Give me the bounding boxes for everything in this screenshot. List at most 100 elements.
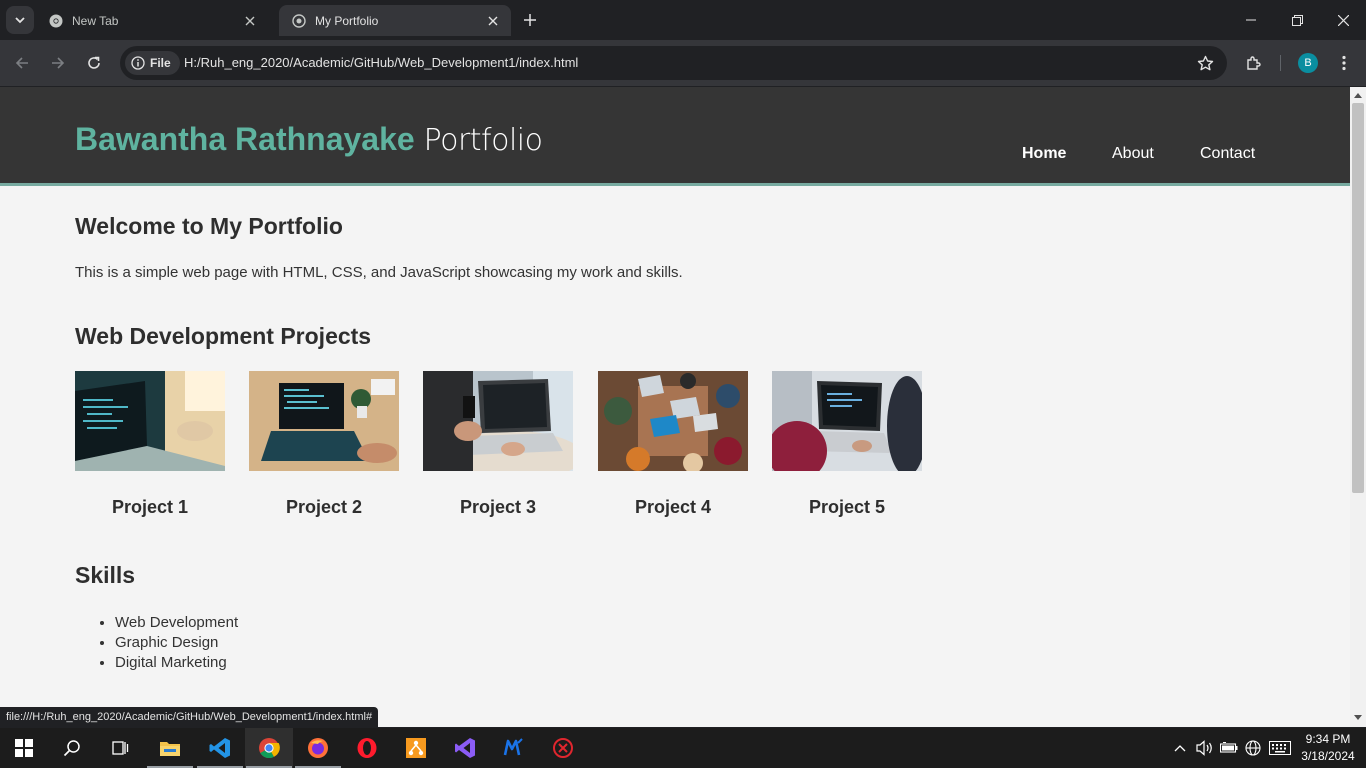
taskbar-opera[interactable]	[343, 728, 391, 768]
bookmark-star-icon[interactable]	[1195, 53, 1215, 73]
network-button[interactable]	[1242, 728, 1264, 768]
minimize-icon	[1246, 19, 1256, 21]
taskbar-visual-studio[interactable]	[441, 728, 489, 768]
browser-toolbar: File H:/Ruh_eng_2020/Academic/GitHub/Web…	[0, 40, 1366, 86]
taskbar-mongodb-compass[interactable]	[490, 728, 538, 768]
arrow-left-icon	[15, 57, 28, 69]
project-card[interactable]: Project 2	[249, 371, 399, 518]
project-title: Project 3	[459, 497, 537, 517]
windows-logo-icon	[15, 739, 33, 757]
taskbar-sublime-merge[interactable]	[392, 728, 440, 768]
volume-button[interactable]	[1194, 728, 1216, 768]
projects-gallery: Project 1 Project 2 Project 3 Project 4 …	[75, 371, 975, 521]
main-content: Welcome to My Portfolio This is a simple…	[75, 213, 1275, 671]
merge-icon	[406, 738, 426, 758]
taskbar-clock[interactable]: 9:34 PM 3/18/2024	[1296, 731, 1360, 765]
restore-button[interactable]	[1274, 0, 1320, 40]
shield-icon	[553, 738, 573, 758]
project-card[interactable]: Project 3	[423, 371, 573, 518]
minimize-button[interactable]	[1228, 0, 1274, 40]
link-status-bubble: file:///H:/Ruh_eng_2020/Academic/GitHub/…	[0, 707, 379, 727]
project-card[interactable]: Project 5	[772, 371, 922, 518]
project-thumbnail[interactable]	[598, 371, 748, 471]
visual-studio-icon	[455, 738, 475, 758]
close-icon	[1337, 14, 1349, 26]
tab-title: New Tab	[72, 13, 119, 28]
tab-my-portfolio[interactable]: My Portfolio	[279, 5, 511, 36]
kebab-menu-icon	[1342, 55, 1346, 71]
compass-app-icon	[503, 738, 523, 756]
info-icon	[131, 56, 145, 70]
opera-icon	[357, 738, 377, 758]
taskbar-file-explorer[interactable]	[146, 728, 194, 768]
restore-icon	[1291, 14, 1303, 26]
project-title: Project 4	[634, 497, 712, 517]
globe-icon	[291, 13, 307, 29]
project-thumbnail[interactable]	[772, 371, 922, 471]
taskbar-vscode[interactable]	[196, 728, 244, 768]
folder-icon	[160, 742, 180, 756]
clock-date: 3/18/2024	[1301, 749, 1355, 763]
site-brand: Bawantha Rathnayake Portfolio	[75, 121, 543, 158]
close-window-button[interactable]	[1320, 0, 1366, 40]
close-icon[interactable]	[242, 13, 258, 29]
battery-button[interactable]	[1218, 728, 1240, 768]
brand-name: Bawantha Rathnayake	[75, 121, 415, 157]
puzzle-icon	[1247, 56, 1261, 70]
taskbar-search-button[interactable]	[48, 728, 96, 768]
skill-item: Graphic Design	[115, 634, 238, 651]
reload-icon	[88, 56, 100, 69]
nav-contact-link[interactable]: Contact	[1200, 145, 1255, 163]
plus-icon	[524, 14, 536, 26]
site-info-chip[interactable]: File	[125, 51, 180, 75]
reload-button[interactable]	[80, 49, 108, 77]
scrollbar-thumb[interactable]	[1352, 103, 1364, 493]
skills-list: Web Development Graphic Design Digital M…	[115, 614, 238, 674]
taskbar-chrome[interactable]	[245, 728, 293, 768]
show-hidden-icons-button[interactable]	[1170, 728, 1190, 768]
site-header: Bawantha Rathnayake Portfolio Home About…	[0, 87, 1350, 186]
profile-avatar[interactable]: B	[1298, 53, 1318, 73]
tab-title: My Portfolio	[315, 13, 379, 28]
project-thumbnail[interactable]	[75, 371, 225, 471]
nav-home-link[interactable]: Home	[1022, 145, 1066, 163]
search-icon	[63, 740, 80, 757]
taskbar-antivirus[interactable]	[539, 728, 587, 768]
close-icon[interactable]	[485, 13, 501, 29]
back-button[interactable]	[8, 49, 36, 77]
windows-start-button[interactable]	[0, 728, 48, 768]
address-bar[interactable]: File H:/Ruh_eng_2020/Academic/GitHub/Web…	[120, 46, 1227, 80]
projects-heading: Web Development Projects	[75, 323, 372, 349]
page-scrollbar[interactable]	[1350, 87, 1366, 727]
forward-button[interactable]	[44, 49, 72, 77]
security-chip-label: File	[150, 56, 171, 70]
taskbar-firefox[interactable]	[294, 728, 342, 768]
nav-about-link[interactable]: About	[1112, 145, 1154, 163]
extensions-button[interactable]	[1240, 49, 1268, 77]
new-tab-button[interactable]	[518, 8, 542, 32]
tab-new-tab[interactable]: New Tab	[36, 5, 268, 36]
skills-heading: Skills	[75, 562, 136, 588]
vscode-icon	[209, 738, 230, 758]
project-card[interactable]: Project 1	[75, 371, 225, 518]
chevron-down-icon	[15, 17, 25, 24]
keyboard-icon	[1269, 741, 1291, 755]
battery-icon	[1220, 742, 1238, 753]
project-title: Project 2	[285, 497, 363, 517]
clock-time: 9:34 PM	[1305, 732, 1351, 746]
scroll-down-arrow-icon[interactable]	[1354, 715, 1362, 720]
project-thumbnail[interactable]	[249, 371, 399, 471]
keyboard-layout-button[interactable]	[1266, 728, 1294, 768]
scroll-up-arrow-icon[interactable]	[1354, 93, 1362, 98]
chrome-icon	[48, 13, 64, 29]
brand-suffix: Portfolio	[423, 123, 543, 158]
arrow-right-icon	[52, 57, 65, 69]
menu-button[interactable]	[1330, 49, 1358, 77]
skill-item: Web Development	[115, 614, 238, 631]
chevron-up-icon	[1174, 745, 1186, 752]
tab-search-button[interactable]	[6, 6, 34, 34]
project-card[interactable]: Project 4	[598, 371, 748, 518]
project-thumbnail[interactable]	[423, 371, 573, 471]
url-text[interactable]: H:/Ruh_eng_2020/Academic/GitHub/Web_Deve…	[184, 55, 578, 70]
task-view-button[interactable]	[96, 728, 144, 768]
